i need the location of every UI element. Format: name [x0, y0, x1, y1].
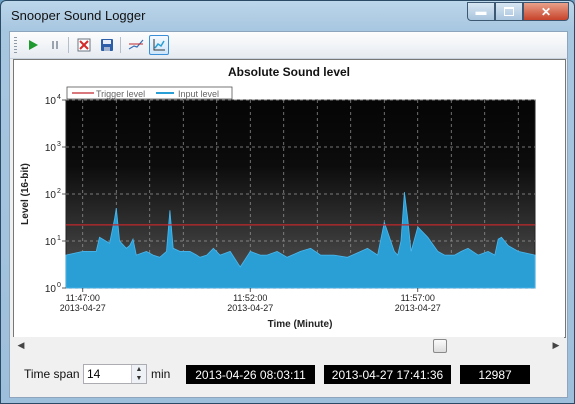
- x-axis-label: Time (Minute): [268, 319, 333, 330]
- time-span-unit: min: [151, 367, 171, 381]
- window-title: Snooper Sound Logger: [11, 8, 146, 23]
- clear-button[interactable]: [74, 35, 94, 55]
- title-bar[interactable]: Snooper Sound Logger ▬ ✕: [1, 1, 574, 31]
- maximize-button[interactable]: [495, 2, 523, 21]
- scroll-left-icon[interactable]: ◀: [15, 340, 27, 351]
- time-span-stepper[interactable]: 14 ▲ ▼: [83, 364, 147, 384]
- app-window: Snooper Sound Logger ▬ ✕ Absolute Sound …: [0, 0, 575, 404]
- y-axis-label: Level (16-bit): [20, 163, 31, 225]
- time-scrollbar[interactable]: ◀ ▶: [13, 337, 564, 354]
- x-tick-date: 2013-04-27: [60, 303, 106, 313]
- chart-view-icon: [153, 39, 165, 51]
- save-button[interactable]: [97, 35, 117, 55]
- close-button[interactable]: ✕: [523, 2, 569, 21]
- y-tick-exponent: 1: [57, 235, 61, 242]
- minimize-icon: ▬: [475, 5, 487, 18]
- stepper-arrows: ▲ ▼: [131, 365, 146, 383]
- toolbar-separator: [120, 37, 121, 53]
- status-panel: Time span 14 ▲ ▼ min 2013-04-26 08:03:11…: [10, 355, 567, 397]
- y-axis-ticks: 10 010 110 210 310 4: [45, 94, 66, 295]
- y-tick-exponent: 0: [57, 282, 61, 289]
- maximize-icon: [504, 7, 514, 16]
- chart-legend: Trigger level Input level: [66, 86, 233, 100]
- trigger-line-button[interactable]: [126, 35, 146, 55]
- legend-trigger-label: Trigger level: [96, 89, 145, 99]
- y-tick-exponent: 3: [57, 141, 61, 148]
- y-tick-label: 10: [45, 284, 57, 295]
- y-tick-exponent: 4: [57, 94, 61, 101]
- play-button[interactable]: [23, 35, 43, 55]
- stepper-up-icon[interactable]: ▲: [132, 365, 146, 374]
- trigger-line-icon: [128, 39, 144, 50]
- x-tick-time: 11:57:00: [401, 293, 435, 303]
- minimize-button[interactable]: ▬: [467, 2, 495, 21]
- y-tick-exponent: 2: [57, 188, 61, 195]
- start-time-display: 2013-04-26 08:03:11: [186, 365, 315, 384]
- toolbar-grip-icon[interactable]: [14, 37, 17, 53]
- stepper-down-icon[interactable]: ▼: [132, 374, 146, 383]
- time-span-value[interactable]: 14: [87, 367, 100, 381]
- y-tick-label: 10: [45, 143, 57, 154]
- client-area: Absolute Sound level Trigger level Input…: [9, 31, 568, 398]
- sample-count-display: 12987: [460, 365, 530, 384]
- scroll-right-icon[interactable]: ▶: [550, 340, 562, 351]
- clear-icon: [77, 38, 91, 52]
- window-controls: ▬ ✕: [467, 2, 569, 22]
- scroll-thumb[interactable]: [433, 339, 447, 353]
- chart-title: Absolute Sound level: [228, 65, 350, 79]
- chart-view-button[interactable]: [149, 35, 169, 55]
- x-tick-time: 11:47:00: [66, 293, 100, 303]
- pause-icon: [52, 41, 58, 49]
- save-icon: [101, 39, 113, 51]
- x-axis-ticks: 11:47:002013-04-2711:52:002013-04-2711:5…: [60, 288, 441, 313]
- play-icon: [29, 40, 38, 50]
- time-span-label: Time span: [24, 367, 80, 381]
- legend-input-label: Input level: [178, 89, 219, 99]
- chart-svg: Absolute Sound level Trigger level Input…: [20, 65, 536, 330]
- x-tick-time: 11:52:00: [233, 293, 267, 303]
- pause-button[interactable]: [45, 35, 65, 55]
- y-tick-label: 10: [45, 237, 57, 248]
- toolbar-separator: [68, 37, 69, 53]
- y-tick-label: 10: [45, 96, 57, 107]
- end-time-display: 2013-04-27 17:41:36: [324, 365, 451, 384]
- y-tick-label: 10: [45, 190, 57, 201]
- toolbar: [10, 32, 567, 59]
- x-tick-date: 2013-04-27: [227, 303, 273, 313]
- x-tick-date: 2013-04-27: [395, 303, 441, 313]
- close-icon: ✕: [540, 4, 552, 19]
- sound-level-chart: Absolute Sound level Trigger level Input…: [13, 59, 566, 338]
